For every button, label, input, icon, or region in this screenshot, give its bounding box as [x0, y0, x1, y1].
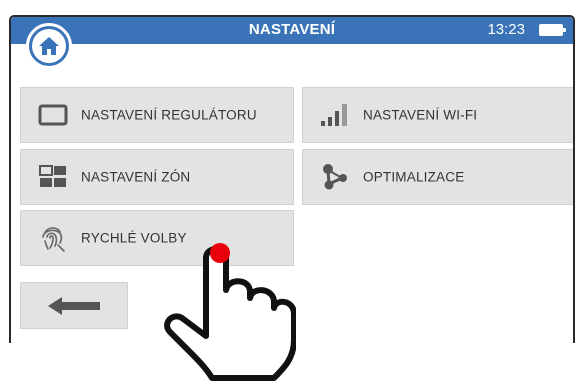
display-icon	[35, 101, 71, 129]
menu-item-label: RYCHLÉ VOLBY	[81, 230, 187, 246]
menu-item-controller-settings[interactable]: NASTAVENÍ REGULÁTORU	[20, 87, 294, 143]
home-icon	[32, 29, 66, 63]
top-bar: NASTAVENÍ 13:23	[11, 17, 573, 44]
nodes-icon	[317, 163, 353, 191]
menu-item-label: NASTAVENÍ REGULÁTORU	[81, 107, 257, 123]
home-button[interactable]	[26, 23, 72, 69]
menu-item-label: NASTAVENÍ WI-FI	[363, 107, 478, 123]
signal-bars-icon	[317, 101, 353, 129]
back-button[interactable]	[20, 282, 128, 329]
menu-item-zone-settings[interactable]: NASTAVENÍ ZÓN	[20, 149, 294, 205]
menu-item-wifi-settings[interactable]: NASTAVENÍ WI-FI	[302, 87, 573, 143]
menu-item-label: OPTIMALIZACE	[363, 169, 465, 185]
clock: 13:23	[487, 21, 525, 38]
menu-item-quick-options[interactable]: RYCHLÉ VOLBY	[20, 210, 294, 266]
menu-item-label: NASTAVENÍ ZÓN	[81, 169, 191, 185]
battery-icon	[539, 24, 566, 36]
arrow-left-icon	[48, 296, 100, 315]
device-screen: NASTAVENÍ 13:23 NASTAVENÍ REGULÁTORU NAS…	[9, 15, 575, 343]
zones-grid-icon	[35, 163, 71, 191]
fingerprint-icon	[35, 224, 71, 252]
menu-item-optimization[interactable]: OPTIMALIZACE	[302, 149, 573, 205]
